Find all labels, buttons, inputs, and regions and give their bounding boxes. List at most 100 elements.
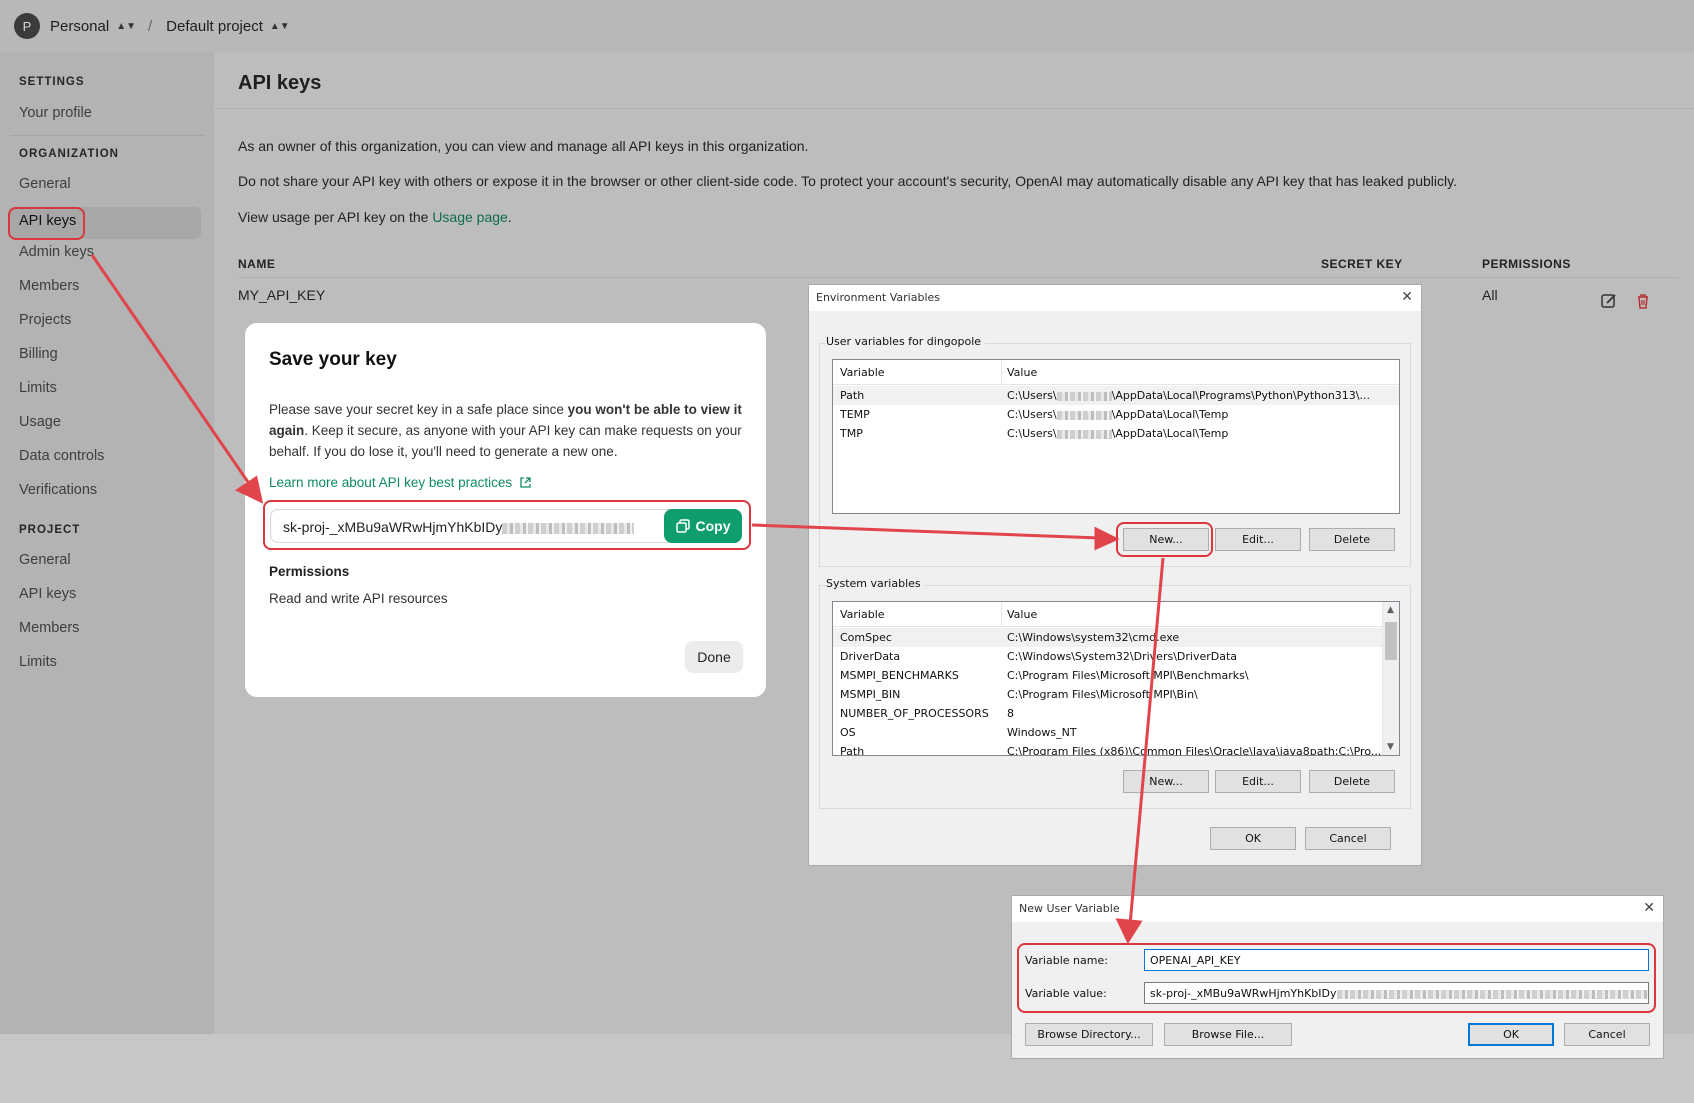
sidebar-item-billing[interactable]: Billing — [19, 346, 58, 362]
browse-file-button[interactable]: Browse File... — [1164, 1023, 1292, 1046]
sidebar-item-project-api-keys[interactable]: API keys — [19, 586, 76, 602]
sidebar-item-project-general[interactable]: General — [19, 552, 71, 568]
done-button[interactable]: Done — [685, 641, 743, 673]
sys-var-value: C:\Windows\system32\cmd.exe — [1007, 631, 1180, 644]
modal-text-part1: Please save your secret key in a safe pl… — [269, 402, 568, 417]
usage-text: View usage per API key on the — [238, 209, 433, 225]
sys-var-value: C:\Program Files (x86)\Common Files\Orac… — [1007, 745, 1382, 756]
system-col-variable[interactable]: Variable — [840, 608, 885, 621]
new-var-close-icon[interactable]: ✕ — [1643, 900, 1655, 916]
new-var-cancel-button[interactable]: Cancel — [1564, 1023, 1650, 1046]
trash-icon[interactable] — [1634, 292, 1652, 310]
sidebar-item-usage[interactable]: Usage — [19, 414, 61, 430]
system-edit-button[interactable]: Edit... — [1215, 770, 1301, 793]
list-item[interactable]: Path C:\Users\ \AppData\Local\Programs\Py… — [833, 386, 1399, 405]
system-new-button[interactable]: New... — [1123, 770, 1209, 793]
list-item[interactable]: TEMP C:\Users\ \AppData\Local\Temp — [833, 405, 1399, 424]
sidebar-item-project-members[interactable]: Members — [19, 620, 79, 636]
user-delete-button[interactable]: Delete — [1309, 528, 1395, 551]
sys-var-name: NUMBER_OF_PROCESSORS — [840, 707, 989, 720]
value-prefix: C:\Users\ — [1007, 389, 1057, 402]
sidebar-item-your-profile[interactable]: Your profile — [19, 105, 92, 121]
user-col-value[interactable]: Value — [1007, 366, 1037, 379]
list-item[interactable]: DriverData C:\Windows\System32\Drivers\Dr… — [833, 647, 1399, 666]
learn-more-text[interactable]: Learn more about API key best practices — [269, 475, 512, 490]
system-variables-list[interactable]: Variable Value ComSpec C:\Windows\system3… — [832, 601, 1400, 756]
scroll-up-icon[interactable]: ▲ — [1387, 605, 1394, 615]
column-header-permissions: PERMISSIONS — [1482, 257, 1571, 271]
system-list-scrollbar[interactable]: ▲ ▼ — [1382, 602, 1399, 755]
list-item[interactable]: OS Windows_NT — [833, 723, 1399, 742]
annotation-highlight-api-keys — [8, 207, 85, 240]
sidebar-item-project-limits[interactable]: Limits — [19, 654, 57, 670]
env-close-icon[interactable]: ✕ — [1401, 289, 1413, 305]
user-variables-list[interactable]: Variable Value Path C:\Users\ \AppData\Lo… — [832, 359, 1400, 514]
list-item[interactable]: NUMBER_OF_PROCESSORS 8 — [833, 704, 1399, 723]
scroll-thumb[interactable] — [1385, 622, 1397, 660]
org-switcher[interactable]: Personal — [50, 18, 109, 35]
project-switcher[interactable]: Default project — [166, 18, 263, 35]
sidebar-heading-project: PROJECT — [19, 524, 81, 536]
env-ok-button[interactable]: OK — [1210, 827, 1296, 850]
list-item[interactable]: ComSpec C:\Windows\system32\cmd.exe — [833, 628, 1399, 647]
annotation-highlight-new-button — [1116, 522, 1213, 557]
sys-var-name: Path — [840, 745, 865, 756]
system-col-value[interactable]: Value — [1007, 608, 1037, 621]
modal-description: Please save your secret key in a safe pl… — [269, 399, 749, 462]
sidebar-item-admin-keys[interactable]: Admin keys — [19, 244, 94, 260]
sys-var-value: C:\Program Files\Microsoft MPI\Benchmark… — [1007, 669, 1249, 682]
permissions-heading: Permissions — [269, 564, 350, 579]
sidebar-item-limits[interactable]: Limits — [19, 380, 57, 396]
sys-var-name: MSMPI_BIN — [840, 688, 901, 701]
user-col-separator — [1001, 360, 1002, 385]
title-divider — [214, 108, 1694, 109]
system-delete-button[interactable]: Delete — [1309, 770, 1395, 793]
sidebar-item-verifications[interactable]: Verifications — [19, 482, 97, 498]
org-chevron-updown-icon[interactable]: ▲▼ — [116, 21, 136, 32]
value-suffix: \AppData\Local\Temp — [1111, 427, 1229, 440]
system-col-separator — [1001, 602, 1002, 627]
sys-var-name: OS — [840, 726, 856, 739]
env-cancel-button[interactable]: Cancel — [1305, 827, 1391, 850]
project-chevron-updown-icon[interactable]: ▲▼ — [270, 21, 290, 32]
sidebar-item-members[interactable]: Members — [19, 278, 79, 294]
row-key-permissions: All — [1482, 287, 1498, 303]
sys-var-name: MSMPI_BENCHMARKS — [840, 669, 959, 682]
user-edit-button[interactable]: Edit... — [1215, 528, 1301, 551]
value-suffix: \AppData\Local\Temp — [1111, 408, 1229, 421]
env-dialog-title: Environment Variables — [809, 285, 1421, 311]
new-var-dialog-title: New User Variable — [1012, 896, 1663, 922]
browse-directory-button[interactable]: Browse Directory... — [1025, 1023, 1153, 1046]
usage-page-link[interactable]: Usage page — [432, 209, 508, 225]
intro-paragraph: As an owner of this organization, you ca… — [238, 138, 809, 154]
sidebar-heading-settings: SETTINGS — [19, 76, 85, 88]
redacted-username-blur — [1056, 410, 1112, 420]
annotation-highlight-new-variable — [1017, 943, 1656, 1013]
user-var-name: Path — [840, 389, 865, 402]
column-header-name: NAME — [238, 257, 276, 271]
user-var-value: C:\Users\ \AppData\Local\Programs\Python\… — [1007, 389, 1370, 402]
table-divider — [238, 277, 1678, 278]
modal-title: Save your key — [269, 349, 397, 370]
list-item[interactable]: MSMPI_BENCHMARKS C:\Program Files\Microso… — [833, 666, 1399, 685]
usage-paragraph: View usage per API key on the Usage page… — [238, 209, 512, 225]
sidebar-item-projects[interactable]: Projects — [19, 312, 71, 328]
user-col-variable[interactable]: Variable — [840, 366, 885, 379]
sidebar-item-org-general[interactable]: General — [19, 176, 71, 192]
learn-more-link[interactable]: Learn more about API key best practices — [269, 475, 531, 490]
sys-var-value: C:\Program Files\Microsoft MPI\Bin\ — [1007, 688, 1198, 701]
warning-paragraph: Do not share your API key with others or… — [238, 173, 1457, 189]
user-var-name: TEMP — [840, 408, 870, 421]
scroll-down-icon[interactable]: ▼ — [1387, 742, 1394, 752]
edit-icon[interactable] — [1600, 292, 1618, 310]
org-avatar[interactable]: P — [14, 13, 40, 39]
sidebar-item-data-controls[interactable]: Data controls — [19, 448, 104, 464]
new-var-ok-button[interactable]: OK — [1468, 1023, 1554, 1046]
usage-text-suffix: . — [507, 209, 512, 225]
list-item[interactable]: Path C:\Program Files (x86)\Common Files\… — [833, 742, 1399, 756]
list-item[interactable]: MSMPI_BIN C:\Program Files\Microsoft MPI\… — [833, 685, 1399, 704]
sidebar-divider — [10, 135, 204, 136]
list-item[interactable]: TMP C:\Users\ \AppData\Local\Temp — [833, 424, 1399, 443]
user-var-value: C:\Users\ \AppData\Local\Temp — [1007, 427, 1228, 440]
modal-text-part2: . Keep it secure, as anyone with your AP… — [269, 423, 742, 459]
